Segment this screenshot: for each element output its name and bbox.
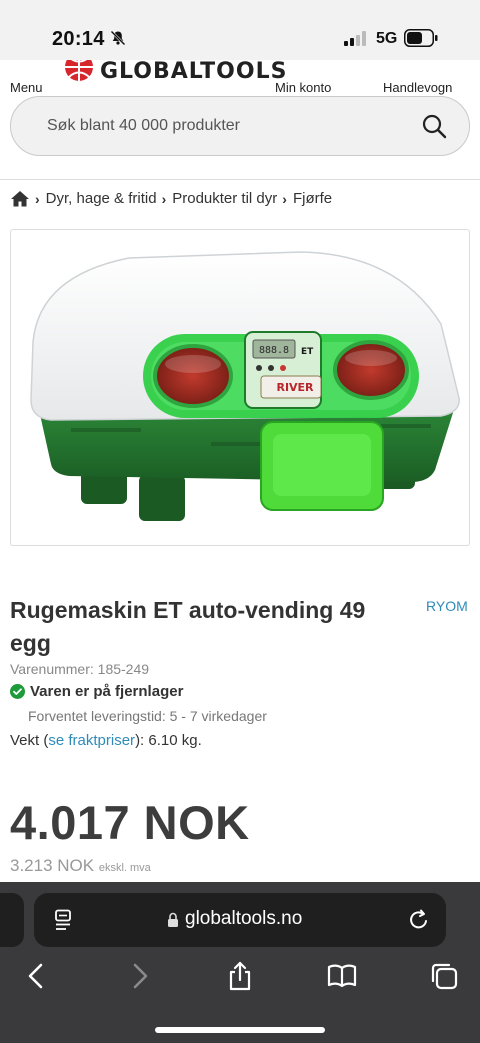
network-type: 5G <box>376 30 398 47</box>
display-readout: 888.8 <box>259 345 289 356</box>
browser-toolbar: globaltools.no <box>0 882 480 1043</box>
breadcrumb: › Dyr, hage & fritid › Produkter til dyr… <box>10 190 332 207</box>
cart-link[interactable]: Handlevogn <box>383 80 452 95</box>
search-input[interactable]: Søk blant 40 000 produkter <box>10 96 470 156</box>
breadcrumb-separator-icon: › <box>161 190 167 207</box>
display-model: ET <box>301 347 314 357</box>
stock-status: Varen er på fjernlager <box>10 683 183 700</box>
address-bar[interactable]: globaltools.no <box>34 893 446 947</box>
tabs-icon[interactable] <box>429 961 459 991</box>
reload-icon[interactable] <box>408 908 430 932</box>
breadcrumb-link[interactable]: Fjørfe <box>293 190 332 207</box>
globe-logo-icon <box>65 60 93 81</box>
bookmarks-icon[interactable] <box>327 961 357 991</box>
url-text: globaltools.no <box>185 908 303 929</box>
product-sku: Varenummer: 185-249 <box>10 661 150 677</box>
page-menu-icon[interactable] <box>54 909 74 931</box>
status-time: 20:14 <box>52 28 105 50</box>
breadcrumb-link[interactable]: Produkter til dyr <box>172 190 277 207</box>
weight-value: ): 6.10 kg. <box>135 732 202 749</box>
display-brand: RIVER <box>276 381 314 394</box>
incubator-illustration: 888.8 ET RIVER <box>30 251 460 521</box>
previous-tab-preview[interactable] <box>0 893 24 947</box>
product-image[interactable]: 888.8 ET RIVER <box>10 229 470 546</box>
battery-icon <box>404 29 438 47</box>
price-ex-vat: 3.213 NOK ekskl. mva <box>10 856 151 876</box>
breadcrumb-link[interactable]: Dyr, hage & fritid <box>46 190 157 207</box>
product-title: Rugemaskin ET auto-vending 49 egg <box>10 597 366 656</box>
home-indicator <box>155 1027 325 1033</box>
price-ex-vat-note: ekskl. mva <box>98 862 151 874</box>
search-placeholder: Søk blant 40 000 produkter <box>47 117 241 134</box>
product-price: 4.017 NOK <box>10 796 250 849</box>
account-link[interactable]: Min konto <box>275 80 331 95</box>
site-logo[interactable]: GLOBALTOOLS <box>64 60 287 84</box>
weight-prefix: Vekt ( <box>10 732 49 749</box>
price-ex-vat-value: 3.213 NOK <box>10 856 95 875</box>
brand-link[interactable]: RYOM <box>426 598 468 614</box>
signal-icon <box>344 31 366 46</box>
product-weight: Vekt (se fraktpriser): 6.10 kg. <box>10 732 202 749</box>
lock-icon <box>168 912 178 927</box>
logo-text: GLOBALTOOLS <box>100 60 288 84</box>
bell-muted-icon <box>110 30 126 46</box>
site-header: GLOBALTOOLS Menu Min konto Handlevogn Sø… <box>0 60 480 180</box>
menu-button[interactable]: Menu <box>10 80 43 95</box>
delivery-time: Forventet leveringstid: 5 - 7 virkedager <box>28 708 267 724</box>
stock-status-text: Varen er på fjernlager <box>30 683 184 700</box>
search-icon[interactable] <box>421 113 447 139</box>
home-icon[interactable] <box>10 190 30 207</box>
breadcrumb-separator-icon: › <box>282 190 287 207</box>
share-icon[interactable] <box>225 961 255 991</box>
check-circle-icon <box>10 684 25 699</box>
forward-icon[interactable] <box>124 961 154 991</box>
back-icon[interactable] <box>22 961 52 991</box>
breadcrumb-separator-icon: › <box>35 190 40 207</box>
shipping-prices-link[interactable]: se fraktpriser <box>48 732 135 749</box>
